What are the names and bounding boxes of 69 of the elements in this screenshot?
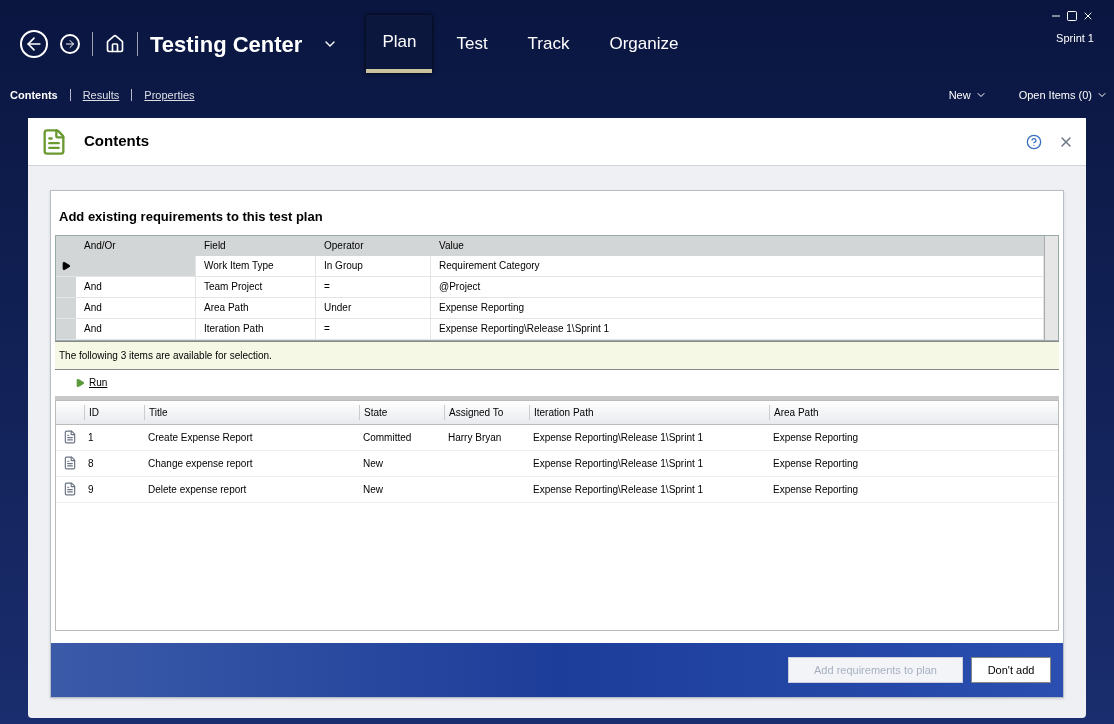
current-row-icon: [61, 260, 71, 271]
column-header: Assigned To: [444, 404, 529, 420]
maximize-icon[interactable]: [1066, 10, 1078, 22]
run-button[interactable]: Run: [75, 375, 108, 390]
table-cell: New: [363, 483, 383, 495]
column-header: Value: [438, 239, 465, 253]
home-icon[interactable]: [105, 34, 125, 54]
menu-button[interactable]: New: [948, 86, 987, 104]
query-cell-text: =: [324, 322, 330, 336]
column-header: Title: [144, 404, 359, 420]
query-cell-text: And: [84, 322, 102, 336]
query-cell-text: Expense Reporting: [439, 301, 525, 315]
table-cell: Committed: [363, 431, 412, 443]
table-cell: Harry Bryan: [448, 431, 502, 443]
table-cell: Expense Reporting\Release 1\Sprint 1: [533, 483, 704, 495]
back-icon[interactable]: [20, 30, 48, 58]
dialog-title: Add existing requirements to this test plan: [58, 208, 324, 226]
sub-tab[interactable]: Properties: [140, 86, 199, 104]
query-cell-text: Iteration Path: [204, 322, 264, 336]
table-cell: 8: [88, 457, 94, 469]
play-icon: [75, 377, 85, 388]
column-header: Operator: [323, 239, 365, 253]
dialog-button[interactable]: Don't add: [971, 657, 1051, 683]
query-cell-text: Under: [324, 301, 352, 315]
column-header: Iteration Path: [529, 404, 769, 420]
query-cell-text: @Project: [439, 280, 481, 294]
help-icon[interactable]: [1026, 133, 1042, 150]
table-cell: Create Expense Report: [148, 431, 253, 443]
scrollbar[interactable]: [1044, 235, 1058, 340]
column-header: Area Path: [769, 404, 1058, 420]
query-cell-text: And: [84, 301, 102, 315]
table-cell: Expense Reporting: [773, 483, 859, 495]
nav-tab[interactable]: Plan: [366, 15, 433, 73]
table-cell: Expense Reporting: [773, 457, 859, 469]
work-item-icon: [63, 482, 77, 496]
menu-button[interactable]: Open Items (0): [1018, 86, 1108, 104]
nav-tab[interactable]: Track: [511, 15, 586, 73]
forward-icon[interactable]: [60, 34, 80, 54]
query-cell-text: Area Path: [204, 301, 249, 315]
query-cell-text: Team Project: [204, 280, 263, 294]
table-cell: 1: [88, 431, 94, 443]
nav-tab[interactable]: Organize: [593, 15, 695, 73]
table-cell: Expense Reporting: [773, 431, 859, 443]
column-header: Field: [203, 239, 227, 253]
info-message: The following 3 items are available for selection.: [55, 340, 1059, 370]
query-cell-text: Expense Reporting\Release 1\Sprint 1: [439, 322, 610, 336]
query-cell-text: =: [324, 280, 330, 294]
column-header: ID: [84, 404, 144, 420]
table-cell: 9: [88, 483, 94, 495]
app-title: Testing Center: [150, 30, 303, 59]
work-item-icon: [63, 430, 77, 444]
table-cell: Change expense report: [148, 457, 253, 469]
sub-tab[interactable]: Contents: [6, 86, 62, 104]
query-cell-text: Work Item Type: [204, 259, 274, 273]
close-icon[interactable]: [1082, 10, 1094, 22]
query-cell-text: And: [84, 280, 102, 294]
nav-tab[interactable]: Test: [440, 15, 504, 73]
sprint-label: Sprint 1: [1056, 31, 1094, 46]
work-item-icon: [63, 456, 77, 470]
query-cell-text: In Group: [324, 259, 363, 273]
panel-title: Contents: [84, 131, 149, 152]
column-header: And/Or: [83, 239, 117, 253]
column-header: State: [359, 404, 444, 420]
table-cell: Expense Reporting\Release 1\Sprint 1: [533, 431, 704, 443]
sub-tab[interactable]: Results: [78, 86, 124, 104]
table-cell: Delete expense report: [148, 483, 247, 495]
query-cell-text: Requirement Category: [439, 259, 540, 273]
table-cell: New: [363, 457, 383, 469]
table-cell: Expense Reporting\Release 1\Sprint 1: [533, 457, 704, 469]
